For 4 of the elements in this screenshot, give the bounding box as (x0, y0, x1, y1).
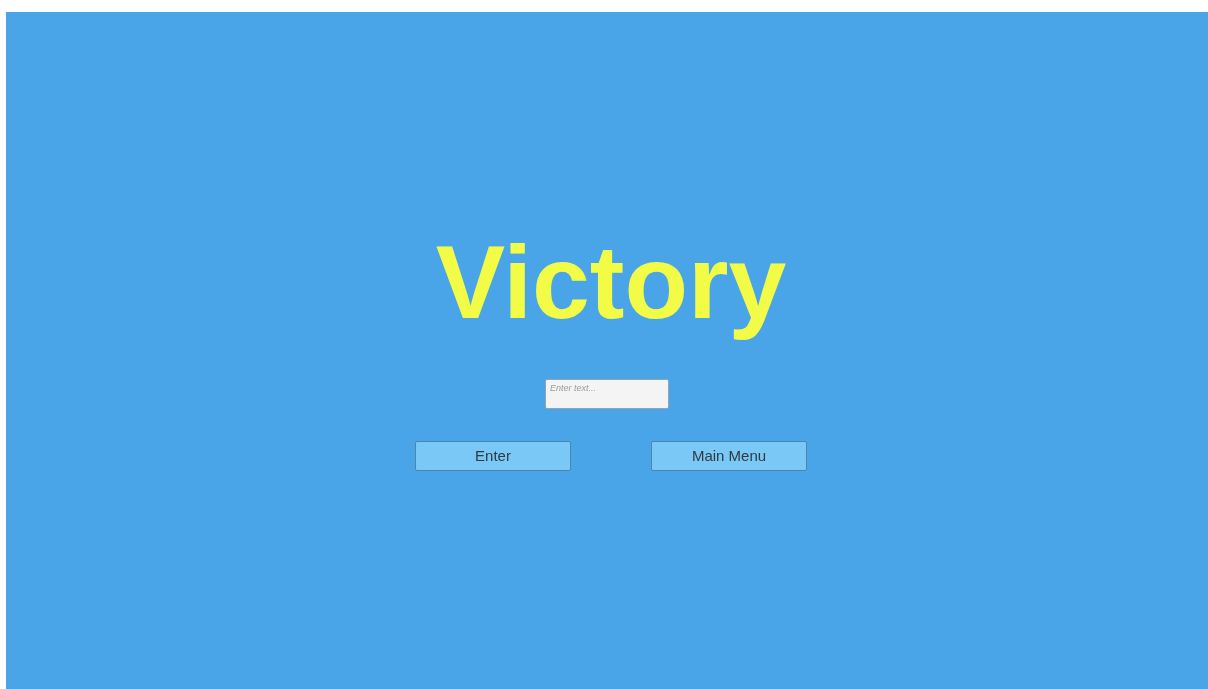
victory-title: Victory (435, 223, 787, 342)
name-field[interactable]: Enter text... (545, 379, 669, 409)
menu-button[interactable]: Enter (415, 441, 571, 471)
menu-button[interactable]: Main Menu (651, 441, 807, 471)
